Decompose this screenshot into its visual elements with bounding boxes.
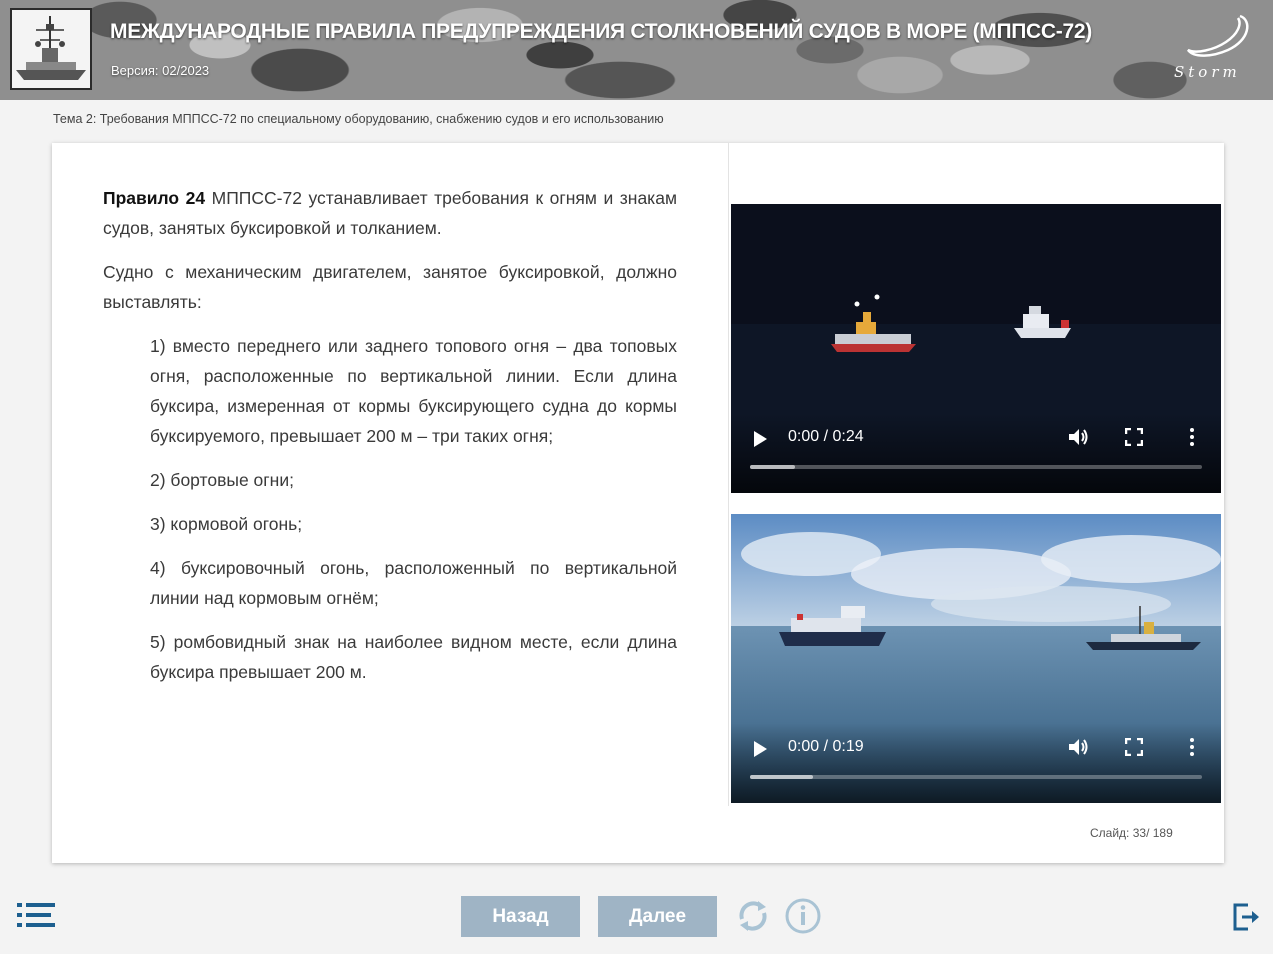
video-controls: 0:00 / 0:24 [731,413,1221,493]
more-options-icon[interactable] [1182,427,1202,447]
list-item: 4) буксировочный огонь, расположенный по… [150,558,677,608]
slide-card: Правило 24 МППСС-72 устанавливает требов… [52,143,1224,863]
menu-list-icon[interactable] [17,902,55,928]
course-title: МЕЖДУНАРОДНЫЕ ПРАВИЛА ПРЕДУПРЕЖДЕНИЯ СТО… [110,20,1092,43]
list-item: 3) кормовой огонь; [150,514,303,534]
column-divider [728,143,729,806]
rule-text: Правило 24 МППСС-72 устанавливает требов… [103,183,677,701]
fullscreen-icon[interactable] [1125,738,1143,756]
video-progress-bar[interactable] [750,775,1202,779]
volume-icon[interactable] [1068,427,1090,447]
play-icon[interactable] [751,740,769,758]
video-time: 0:00 / 0:19 [788,738,864,755]
rule-number: Правило 24 [103,188,206,208]
info-icon[interactable] [784,897,822,935]
play-icon[interactable] [751,430,769,448]
requirement-paragraph: Судно с механическим двигателем, занятое… [103,262,677,312]
next-button[interactable]: Далее [598,896,717,937]
version-label: Версия: 02/2023 [111,63,210,78]
list-item: 1) вместо переднего или заднего топового… [150,336,677,446]
breadcrumb: Тема 2: Требования МППСС-72 по специальн… [53,112,664,126]
slide-counter: Слайд: 33/ 189 [1090,826,1173,840]
video-time: 0:00 / 0:24 [788,428,864,445]
volume-icon[interactable] [1068,737,1090,757]
video-player-day[interactable]: 0:00 / 0:19 [731,514,1221,803]
buffered-fill [750,465,796,469]
list-item: 2) бортовые огни; [150,470,294,490]
fullscreen-icon[interactable] [1125,428,1143,446]
exit-icon[interactable] [1232,902,1262,932]
buffered-fill [750,775,814,779]
intro-paragraph: Правило 24 МППСС-72 устанавливает требов… [103,183,677,243]
reload-icon[interactable] [734,897,772,935]
video-controls: 0:00 / 0:19 [731,723,1221,803]
ship-logo-image [10,8,92,90]
slide-counter-current: 33 [1132,826,1147,840]
list-item: 5) ромбовидный знак на наиболее видном м… [150,632,677,682]
video-player-night[interactable]: 0:00 / 0:24 [731,204,1221,493]
video-progress-bar[interactable] [750,465,1202,469]
slide-counter-label: Слайд: [1090,826,1130,840]
back-button[interactable]: Назад [461,896,580,937]
slide-counter-total: / 189 [1146,826,1173,840]
header-bar: МЕЖДУНАРОДНЫЕ ПРАВИЛА ПРЕДУПРЕЖДЕНИЯ СТО… [0,0,1273,100]
more-options-icon[interactable] [1182,737,1202,757]
brand-text: Storm [1174,63,1241,81]
